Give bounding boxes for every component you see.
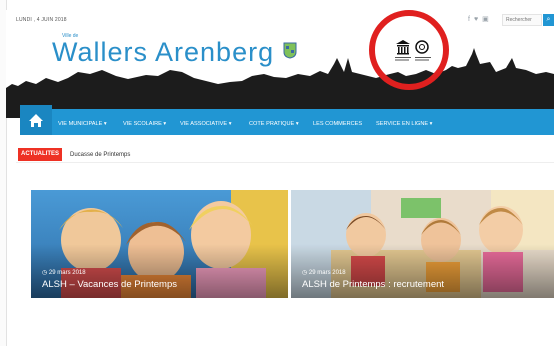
social-links: f♥▣ <box>468 15 493 23</box>
nav-service-en-ligne[interactable]: SERVICE EN LIGNE ▾ <box>376 121 432 127</box>
article-title[interactable]: ALSH – Vacances de Printemps <box>42 279 177 290</box>
search-icon[interactable]: ⌕ <box>543 14 554 26</box>
nav-vie-associative[interactable]: VIE ASSOCIATIVE ▾ <box>180 121 232 127</box>
article-card[interactable]: ◷ 29 mars 2018 ALSH de Printemps : recru… <box>291 190 554 298</box>
article-date: ◷ 29 mars 2018 <box>302 270 346 276</box>
unesco-logo <box>395 40 431 61</box>
crest-logo <box>283 42 297 59</box>
twitter-icon[interactable]: ♥ <box>474 16 482 23</box>
current-date: LUNDI , 4 JUIN 2018 <box>16 17 67 23</box>
search-input[interactable] <box>502 14 542 26</box>
nav-les-commerces[interactable]: LES COMMERCES <box>313 121 362 127</box>
ticker-label: ACTUALITES <box>18 148 62 161</box>
instagram-icon[interactable]: ▣ <box>482 16 493 23</box>
nav-vie-scolaire[interactable]: VIE SCOLAIRE ▾ <box>123 121 166 127</box>
article-card[interactable]: ◷ 29 mars 2018 ALSH – Vacances de Printe… <box>31 190 288 298</box>
site-title[interactable]: Wallers Arenberg <box>52 37 274 68</box>
ticker-headline[interactable]: Ducasse de Printemps <box>70 152 130 158</box>
nav-cote-pratique[interactable]: COTE PRATIQUE ▾ <box>249 121 299 127</box>
article-date: ◷ 29 mars 2018 <box>42 270 86 276</box>
nav-vie-municipale[interactable]: VIE MUNICIPALE ▾ <box>58 121 107 127</box>
article-title[interactable]: ALSH de Printemps : recrutement <box>302 279 444 290</box>
home-button[interactable] <box>20 105 52 135</box>
home-icon <box>29 114 43 127</box>
